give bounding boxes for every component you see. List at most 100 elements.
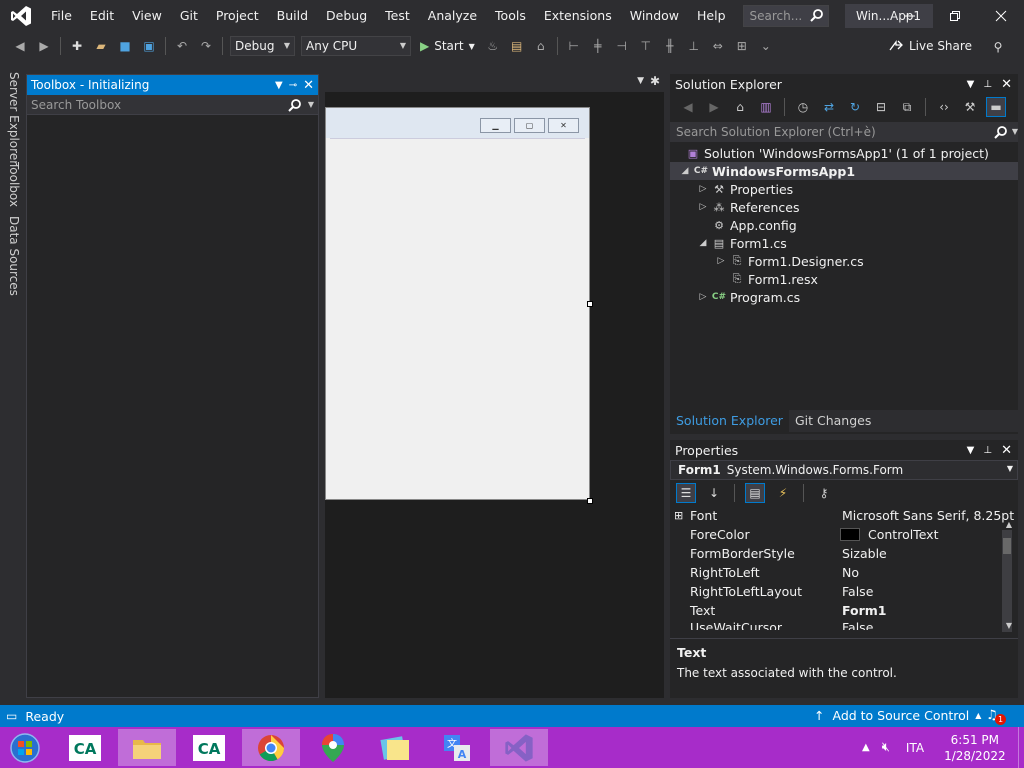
form-designer-surface[interactable]: ▼ ✱ ▁ ▢ ✕ bbox=[325, 74, 664, 698]
resize-handle-right[interactable] bbox=[587, 301, 593, 307]
size-to-grid-icon[interactable]: ⊞ bbox=[732, 36, 752, 56]
window-position-dropdown-icon[interactable]: ▼ bbox=[967, 445, 975, 456]
property-row-text[interactable]: Text Form1 bbox=[670, 601, 1018, 620]
taskbar-app-chrome[interactable] bbox=[242, 729, 300, 766]
show-hidden-icons-chevron-icon[interactable]: ▲ bbox=[862, 742, 870, 753]
menu-extensions[interactable]: Extensions bbox=[535, 0, 621, 32]
clock[interactable]: 6:51 PM 1/28/2022 bbox=[944, 732, 1006, 764]
form1-client-area[interactable] bbox=[330, 138, 585, 495]
new-project-icon[interactable]: ✚ bbox=[67, 36, 87, 56]
taskbar-app-credit-agricole-2[interactable]: CA bbox=[180, 729, 238, 766]
tree-item-properties[interactable]: ▷ ⚒ Properties bbox=[670, 180, 1018, 198]
property-grid-scrollbar[interactable] bbox=[1002, 530, 1012, 632]
refresh-icon[interactable]: ↻ bbox=[845, 97, 865, 117]
align-centers-icon[interactable]: ╪ bbox=[588, 36, 608, 56]
gear-icon[interactable]: ✱ bbox=[650, 74, 660, 88]
property-pages-icon[interactable]: ⚷ bbox=[814, 483, 834, 503]
align-middles-icon[interactable]: ╫ bbox=[660, 36, 680, 56]
menu-file[interactable]: File bbox=[42, 0, 81, 32]
tree-item-form1-resx[interactable]: ⎘ Form1.resx bbox=[670, 270, 1018, 288]
property-row-formborderstyle[interactable]: FormBorderStyle Sizable bbox=[670, 544, 1018, 563]
home-icon[interactable]: ⌂ bbox=[730, 97, 750, 117]
pin-icon[interactable]: ⊸ bbox=[289, 80, 297, 91]
menu-test[interactable]: Test bbox=[376, 0, 419, 32]
expand-plus-icon[interactable]: ⊞ bbox=[674, 509, 683, 522]
menu-analyze[interactable]: Analyze bbox=[419, 0, 486, 32]
taskbar-app-maps[interactable] bbox=[304, 729, 362, 766]
expanded-arrow-icon[interactable]: ◢ bbox=[678, 166, 692, 176]
align-rights-icon[interactable]: ⊣ bbox=[612, 36, 632, 56]
more-tools-icon[interactable]: ⌄ bbox=[756, 36, 776, 56]
property-value[interactable]: False bbox=[842, 584, 873, 599]
properties-view-icon[interactable]: ▤ bbox=[745, 483, 765, 503]
tab-git-changes[interactable]: Git Changes bbox=[789, 410, 877, 432]
menu-build[interactable]: Build bbox=[268, 0, 317, 32]
collapsed-arrow-icon[interactable]: ▷ bbox=[696, 202, 710, 212]
solution-explorer-title-bar[interactable]: Solution Explorer ▼ ⊥ ✕ bbox=[670, 74, 1018, 94]
menu-tools[interactable]: Tools bbox=[486, 0, 535, 32]
tree-item-references[interactable]: ▷ ⁂ References bbox=[670, 198, 1018, 216]
tree-item-form1-designer[interactable]: ▷ ⎘ Form1.Designer.cs bbox=[670, 252, 1018, 270]
property-value[interactable]: ControlText bbox=[868, 527, 938, 542]
window-position-dropdown-icon[interactable]: ▼ bbox=[967, 79, 975, 90]
tree-item-solution[interactable]: ▣ Solution 'WindowsFormsApp1' (1 of 1 pr… bbox=[670, 144, 1018, 162]
preview-selected-items-icon[interactable]: ▬ bbox=[986, 97, 1006, 117]
collapse-all-icon[interactable]: ⊟ bbox=[871, 97, 891, 117]
collapsed-arrow-icon[interactable]: ▷ bbox=[696, 184, 710, 194]
live-share-button[interactable]: Live Share bbox=[888, 38, 972, 54]
properties-title-bar[interactable]: Properties ▼ ⊥ ✕ bbox=[670, 440, 1018, 460]
tab-solution-explorer[interactable]: Solution Explorer bbox=[670, 410, 789, 432]
property-row-righttoleft[interactable]: RightToLeft No bbox=[670, 563, 1018, 582]
close-icon[interactable]: ✕ bbox=[1001, 443, 1012, 458]
close-icon[interactable]: ✕ bbox=[1001, 77, 1012, 92]
pin-icon[interactable]: ⊥ bbox=[983, 79, 992, 90]
menu-edit[interactable]: Edit bbox=[81, 0, 123, 32]
property-row-usewaitcursor[interactable]: UseWaitCursor False bbox=[670, 620, 1018, 630]
toolbox-tab[interactable]: Toolbox bbox=[7, 162, 21, 207]
window-position-dropdown-icon[interactable]: ▼ bbox=[275, 80, 283, 91]
status-output-icon[interactable]: ▭ bbox=[6, 709, 17, 723]
visual-studio-logo-icon[interactable] bbox=[0, 0, 42, 32]
close-icon[interactable]: ✕ bbox=[303, 78, 314, 93]
feedback-icon[interactable]: ⚲ bbox=[988, 37, 1008, 57]
server-explorer-tab[interactable]: Server Explorer bbox=[7, 72, 21, 165]
taskbar-app-sticky-notes[interactable] bbox=[366, 729, 424, 766]
chevron-down-icon[interactable]: ▼ bbox=[308, 95, 314, 115]
designer-view-icon[interactable]: ⌂ bbox=[531, 36, 551, 56]
collapsed-arrow-icon[interactable]: ▷ bbox=[696, 292, 710, 302]
close-window-button[interactable] bbox=[976, 0, 1024, 32]
forward-icon[interactable]: ▶ bbox=[704, 97, 724, 117]
notifications-button[interactable]: ♫ 1 bbox=[986, 707, 1006, 725]
categorized-icon[interactable]: ☰ bbox=[676, 483, 696, 503]
property-value[interactable]: Microsoft Sans Serif, 8.25pt bbox=[842, 508, 1014, 523]
view-code-icon[interactable]: ‹› bbox=[934, 97, 954, 117]
events-lightning-icon[interactable]: ⚡ bbox=[773, 483, 793, 503]
tree-item-app-config[interactable]: ⚙ App.config bbox=[670, 216, 1018, 234]
pin-icon[interactable]: ⊥ bbox=[983, 445, 992, 456]
undo-icon[interactable]: ↶ bbox=[172, 36, 192, 56]
volume-muted-icon[interactable]: 🔇︎ bbox=[882, 740, 890, 755]
collapsed-arrow-icon[interactable]: ▷ bbox=[714, 256, 728, 266]
toolbox-search-input[interactable]: Search Toolbox ▼ bbox=[27, 95, 318, 115]
tree-item-project[interactable]: ◢ C# WindowsFormsApp1 bbox=[670, 162, 1018, 180]
menu-window[interactable]: Window bbox=[621, 0, 688, 32]
redo-icon[interactable]: ↷ bbox=[196, 36, 216, 56]
resize-handle-bottom-right[interactable] bbox=[587, 498, 593, 504]
align-bottoms-icon[interactable]: ⊥ bbox=[684, 36, 704, 56]
property-value[interactable]: False bbox=[842, 620, 873, 630]
start-debugging-button[interactable]: ▶ Start ▼ bbox=[420, 39, 475, 53]
alphabetical-icon[interactable]: ↓ bbox=[704, 483, 724, 503]
show-desktop-button[interactable] bbox=[1018, 727, 1024, 768]
properties-object-selector[interactable]: Form1 System.Windows.Forms.Form ▼ bbox=[670, 460, 1018, 480]
solution-explorer-search-input[interactable]: Search Solution Explorer (Ctrl+è) ▼ bbox=[670, 122, 1018, 142]
menu-view[interactable]: View bbox=[123, 0, 171, 32]
sync-with-active-document-icon[interactable]: ⇄ bbox=[819, 97, 839, 117]
toolbox-title-bar[interactable]: Toolbox - Initializing ▼ ⊸ ✕ bbox=[27, 75, 318, 95]
property-value[interactable]: Form1 bbox=[842, 603, 887, 618]
property-row-righttoleftlayout[interactable]: RightToLeftLayout False bbox=[670, 582, 1018, 601]
solution-configuration-select[interactable]: Debug ▼ bbox=[230, 36, 295, 56]
solution-platform-select[interactable]: Any CPU ▼ bbox=[301, 36, 411, 56]
navigate-back-icon[interactable]: ◀ bbox=[10, 36, 30, 56]
make-same-width-icon[interactable]: ⇔ bbox=[708, 36, 728, 56]
menu-git[interactable]: Git bbox=[171, 0, 207, 32]
